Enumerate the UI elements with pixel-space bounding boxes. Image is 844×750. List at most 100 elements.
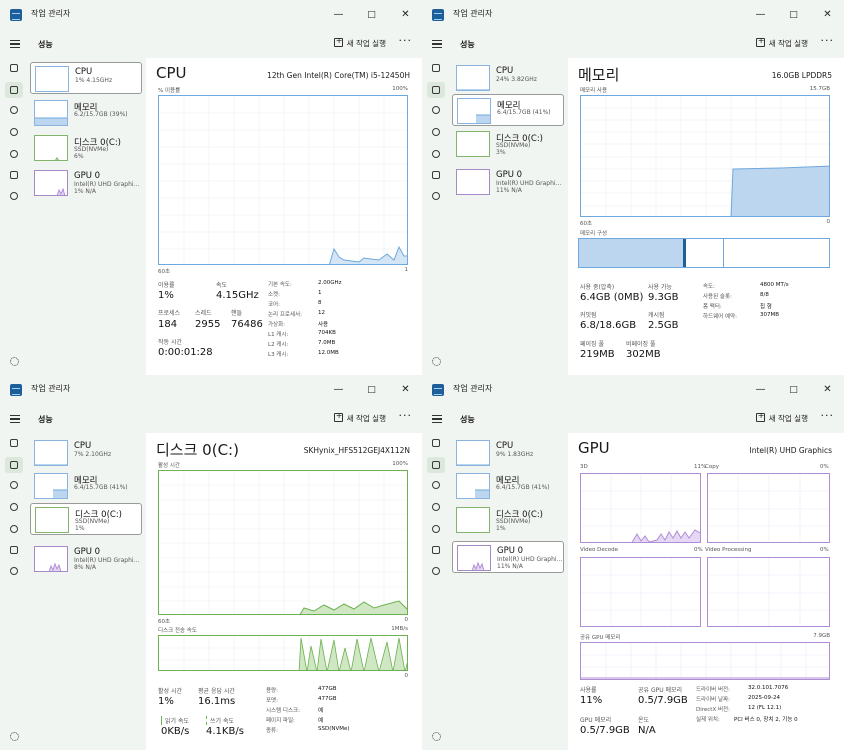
- detail-value: 2.00GHz: [318, 280, 342, 286]
- performance-icon[interactable]: [5, 457, 23, 473]
- performance-icon[interactable]: [427, 457, 445, 473]
- sidebar-item-memory[interactable]: 메모리 6.4/15.7GB (41%): [30, 470, 142, 502]
- transfer-rate-max: 1MB/s: [391, 626, 408, 632]
- more-options-button[interactable]: ···: [821, 34, 835, 47]
- services-icon[interactable]: [430, 565, 442, 577]
- cached-value: 2.5GB: [648, 320, 679, 331]
- more-options-button[interactable]: ···: [399, 409, 413, 422]
- sidebar-item-cpu[interactable]: CPU 7% 2.10GHz: [30, 437, 142, 469]
- nav-rail: [0, 58, 28, 375]
- hamburger-icon[interactable]: [10, 415, 20, 423]
- page-heading: CPU: [156, 64, 187, 82]
- sidebar-item-memory[interactable]: 메모리 6.4/15.7GB (41%): [452, 470, 564, 502]
- minimize-button[interactable]: —: [322, 375, 355, 405]
- engine-graph-video-processing: [707, 557, 830, 627]
- new-task-button[interactable]: 새 작업 실행: [755, 411, 808, 424]
- startup-icon[interactable]: [430, 501, 442, 513]
- processes-icon[interactable]: [430, 62, 442, 74]
- engine-label-copy[interactable]: Copy: [705, 464, 719, 470]
- sidebar-item-cpu[interactable]: CPU 24% 3.82GHz: [452, 62, 564, 94]
- details-icon[interactable]: [8, 169, 20, 181]
- performance-icon[interactable]: [5, 82, 23, 98]
- engine-label-video-decode[interactable]: Video Decode: [580, 547, 618, 553]
- more-options-button[interactable]: ···: [399, 34, 413, 47]
- performance-icon[interactable]: [427, 82, 445, 98]
- sidebar-item-disk[interactable]: 디스크 0(C:) SSD(NVMe) 1%: [452, 504, 564, 536]
- settings-icon[interactable]: [10, 732, 19, 741]
- detail-value: 12.0MB: [318, 350, 339, 356]
- sidebar-item-disk[interactable]: 디스크 0(C:) SSD(NVMe) 3%: [452, 128, 564, 160]
- maximize-button[interactable]: □: [355, 0, 388, 30]
- processes-icon[interactable]: [8, 62, 20, 74]
- minimize-button[interactable]: —: [744, 375, 777, 405]
- maximize-button[interactable]: □: [777, 0, 810, 30]
- app-history-icon[interactable]: [430, 104, 442, 116]
- services-icon[interactable]: [8, 190, 20, 202]
- sidebar-item-gpu[interactable]: GPU 0 Intel(R) UHD Graphi... 11% N/A: [452, 166, 564, 198]
- page-heading: GPU: [578, 439, 610, 457]
- detail-label: 사용된 슬롯:: [703, 294, 732, 300]
- services-icon[interactable]: [8, 565, 20, 577]
- hamburger-icon[interactable]: [10, 40, 20, 48]
- details-icon[interactable]: [430, 169, 442, 181]
- threads-label: 스레드: [195, 310, 212, 317]
- sidebar-item-gpu[interactable]: GPU 0 Intel(R) UHD Graphi... 1% N/A: [30, 167, 142, 199]
- hamburger-icon[interactable]: [432, 415, 442, 423]
- active-time-graph: [158, 470, 408, 615]
- sidebar-item-disk[interactable]: 디스크 0(C:) SSD(NVMe) 1%: [30, 503, 142, 535]
- more-options-button[interactable]: ···: [821, 409, 835, 422]
- users-icon[interactable]: [8, 148, 20, 160]
- users-icon[interactable]: [8, 523, 20, 535]
- sidebar-item-gpu[interactable]: GPU 0 Intel(R) UHD Graphi... 11% N/A: [452, 541, 564, 573]
- new-task-button[interactable]: 새 작업 실행: [333, 411, 386, 424]
- close-button[interactable]: ✕: [389, 375, 422, 405]
- settings-icon[interactable]: [432, 357, 441, 366]
- users-icon[interactable]: [430, 523, 442, 535]
- close-button[interactable]: ✕: [811, 0, 844, 30]
- hamburger-icon[interactable]: [432, 40, 442, 48]
- sidebar-item-memory[interactable]: 메모리 6.4/15.7GB (41%): [452, 94, 564, 126]
- users-icon[interactable]: [430, 148, 442, 160]
- sidebar-item-cpu[interactable]: CPU 9% 1.83GHz: [452, 437, 564, 469]
- sidebar-item-cpu[interactable]: CPU 1% 4.15GHz: [30, 62, 142, 94]
- uptime-value: 0:00:01:28: [158, 347, 213, 358]
- active-time-label: 활성 시간: [158, 688, 182, 695]
- processes-icon[interactable]: [8, 437, 20, 449]
- sidebar-item-gpu[interactable]: GPU 0 Intel(R) UHD Graphi... 8% N/A: [30, 543, 142, 575]
- startup-icon[interactable]: [430, 126, 442, 138]
- gpu-detail-panel: GPU Intel(R) UHD Graphics 3D 11% Copy 0%…: [568, 433, 844, 750]
- task-manager-app-icon: [10, 9, 22, 21]
- settings-icon[interactable]: [432, 732, 441, 741]
- startup-icon[interactable]: [8, 126, 20, 138]
- services-icon[interactable]: [430, 190, 442, 202]
- sidebar-item-memory[interactable]: 메모리 6.2/15.7GB (39%): [30, 97, 142, 129]
- close-button[interactable]: ✕: [811, 375, 844, 405]
- detail-value: 307MB: [760, 312, 780, 318]
- app-history-icon[interactable]: [8, 479, 20, 491]
- engine-label-video-processing[interactable]: Video Processing: [705, 547, 752, 553]
- maximize-button[interactable]: □: [777, 375, 810, 405]
- minimize-button[interactable]: —: [744, 0, 777, 30]
- details-icon[interactable]: [430, 544, 442, 556]
- utilization-label: 이용률: [158, 282, 175, 289]
- sidebar-item-disk[interactable]: 디스크 0(C:) SSD(NVMe) 6%: [30, 132, 142, 164]
- sidebar-item-label: CPU: [74, 441, 92, 451]
- read-speed-value: 0KB/s: [161, 726, 190, 737]
- close-button[interactable]: ✕: [389, 0, 422, 30]
- details-icon[interactable]: [8, 544, 20, 556]
- cpu-thumbnail: [35, 66, 69, 92]
- new-task-button[interactable]: 새 작업 실행: [333, 36, 386, 49]
- startup-icon[interactable]: [8, 501, 20, 513]
- read-speed-label: 읽기 속도: [161, 716, 189, 725]
- app-history-icon[interactable]: [430, 479, 442, 491]
- processes-icon[interactable]: [430, 437, 442, 449]
- graph-max: 100%: [392, 86, 408, 92]
- sidebar-item-label: GPU 0: [74, 171, 101, 181]
- settings-icon[interactable]: [10, 357, 19, 366]
- engine-graph-3d: [580, 473, 701, 543]
- app-history-icon[interactable]: [8, 104, 20, 116]
- maximize-button[interactable]: □: [355, 375, 388, 405]
- engine-label-3d[interactable]: 3D: [580, 464, 588, 470]
- new-task-button[interactable]: 새 작업 실행: [755, 36, 808, 49]
- minimize-button[interactable]: —: [322, 0, 355, 30]
